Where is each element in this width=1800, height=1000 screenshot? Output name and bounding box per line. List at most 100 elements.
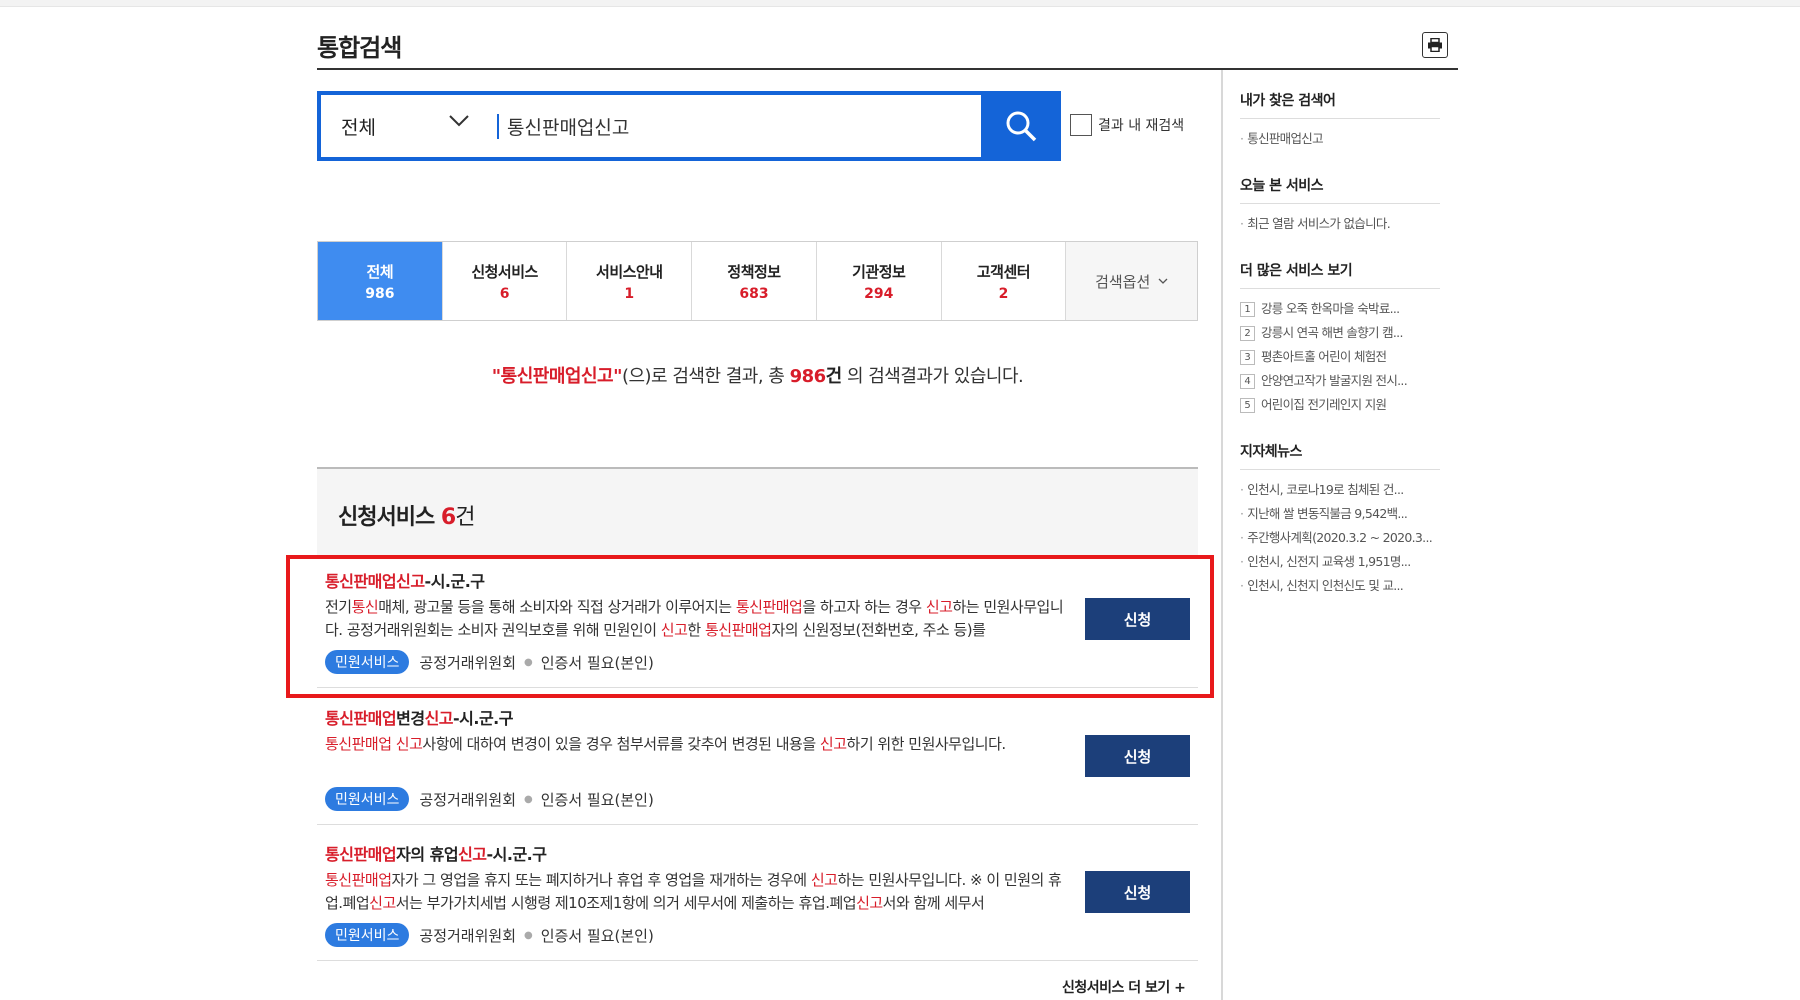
keyword-highlight: 신고 [856,894,883,912]
sidebar: 내가 찾은 검색어 통신판매업신고 오늘 본 서비스 최근 열람 서비스가 없습… [1240,90,1440,622]
chevron-down-icon [449,115,469,127]
search-input[interactable] [507,105,977,147]
text-segment: -시.군.구 [424,572,485,591]
text-segment: 서와 함께 세무서 [882,894,985,912]
more-services-list: 1 강릉 오죽 한옥마을 숙박료... 2 강릉시 연곡 해변 솔향기 캠... 3… [1240,297,1440,417]
text-segment: 전기 [325,598,352,616]
category-badge: 민원서비스 [325,650,410,674]
rank-number: 3 [1240,349,1255,365]
keyword-highlight: 통신판매업 [325,871,392,889]
text-segment: 하기 위한 민원사무입니다. [846,735,1007,753]
list-item-label: 강릉시 연곡 해변 솔향기 캠... [1261,325,1403,340]
section-count-unit: 건 [455,505,475,530]
text-segment: 변경 [396,709,425,728]
tab-customer-center[interactable]: 고객센터 2 [942,242,1067,320]
news-item[interactable]: 인천시, 신천지 인천신도 및 교... [1240,574,1440,598]
search-scope-select[interactable]: 전체 [321,95,491,157]
keyword-highlight: 통신판매업 [325,845,397,864]
search-scope-value: 전체 [341,116,376,139]
printer-icon [1428,38,1442,52]
text-segment: 한 [687,621,705,639]
search-options-label: 검색옵션 [1095,272,1151,291]
result-cert: 인증서 필요(본인) [540,790,654,809]
result-title[interactable]: 통신판매업신고-시.군.구 [325,568,485,592]
news-item[interactable]: 인천시, 신전지 교육생 1,951명... [1240,550,1440,574]
news-item[interactable]: 인천시, 코로나19로 침체된 건... [1240,478,1440,502]
result-item: 통신판매업신고-시.군.구 전기통신매체, 광고물 등을 통해 소비자와 직접 … [317,568,1198,688]
tab-agency-info[interactable]: 기관정보 294 [817,242,942,320]
list-item[interactable]: 2 강릉시 연곡 해변 솔향기 캠... [1240,321,1440,345]
research-checkbox[interactable] [1070,114,1092,136]
summary-total: 986 [789,366,827,387]
result-description: 전기통신매체, 광고물 등을 통해 소비자와 직접 상거래가 이루어지는 통신판… [325,596,1065,642]
result-meta: 민원서비스 공정거래위원회 ● 인증서 필요(본인) [325,923,654,947]
keyword-highlight: 신고 [810,871,838,889]
section-title-text: 신청서비스 [338,505,441,530]
rank-number: 2 [1240,325,1255,341]
keyword-highlight: 신고 [925,598,953,616]
section-header: 신청서비스 6건 [317,467,1198,557]
tab-label: 서비스안내 [596,262,663,281]
text-segment: 매체, 광고물 등을 통해 소비자와 직접 상거래가 이루어지는 [378,598,736,616]
rank-number: 4 [1240,373,1255,389]
result-item: 통신판매업변경신고-시.군.구 통신판매업 신고사항에 대하여 변경이 있을 경… [317,705,1198,825]
local-news-list: 인천시, 코로나19로 침체된 건... 지난해 쌀 변동직불금 9,542백.… [1240,478,1440,598]
print-button[interactable] [1422,32,1448,58]
tab-label: 고객센터 [976,262,1031,281]
search-icon [1006,111,1037,142]
rank-number: 1 [1240,301,1255,317]
list-item-label: 강릉 오죽 한옥마을 숙박료... [1261,301,1400,316]
keyword-highlight: 통신판매업 [325,735,392,753]
keyword-highlight: 신고 [369,894,396,912]
news-item[interactable]: 주간행사계획(2020.3.2 ~ 2020.3... [1240,526,1440,550]
text-segment: 자의 신원정보(전화번호, 주소 등)를 [771,621,986,639]
list-item[interactable]: 3 평촌아트홀 어린이 체험전 [1240,345,1440,369]
category-tabs: 전체 986 신청서비스 6 서비스안내 1 정책정보 683 기관정보 294… [317,241,1198,321]
result-meta: 민원서비스 공정거래위원회 ● 인증서 필요(본인) [325,787,654,811]
apply-button[interactable]: 신청 [1085,598,1190,640]
text-segment: 자의 휴업 [396,845,459,864]
chevron-down-icon [1158,278,1168,284]
list-item[interactable]: 1 강릉 오죽 한옥마을 숙박료... [1240,297,1440,321]
result-title[interactable]: 통신판매업자의 휴업신고-시.군.구 [325,841,547,865]
text-segment: -시.군.구 [486,845,547,864]
keyword-highlight: 통신판매업 [735,598,803,616]
text-segment: 서는 부가가치세법 시행령 제10조제1항에 의거 세무서에 제출하는 휴업.폐… [395,894,857,912]
meta-separator: ● [524,656,533,668]
keyword-highlight: 신고 [819,735,847,753]
text-segment: 사항에 대하여 변경이 있을 경우 첨부서류를 갖추어 변경된 내용을 [422,735,820,753]
title-divider [317,68,1458,70]
tab-service-guide[interactable]: 서비스안내 1 [567,242,693,320]
search-options-button[interactable]: 검색옵션 [1066,242,1198,320]
keyword-highlight: 통신판매업 [704,621,772,639]
keyword-highlight: 통신판매업 [325,709,397,728]
apply-button[interactable]: 신청 [1085,871,1190,913]
meta-separator: ● [524,793,533,805]
result-cert: 인증서 필요(본인) [540,653,654,672]
keyword-highlight: 신고 [395,735,423,753]
search-button[interactable] [981,91,1061,161]
more-application-services-link[interactable]: 신청서비스 더 보기 + [1062,977,1186,997]
recent-search-item[interactable]: 통신판매업신고 [1240,127,1440,151]
tab-application-services[interactable]: 신청서비스 6 [443,242,568,320]
result-summary: "통신판매업신고"(으)로 검색한 결과, 총 986건 의 검색결과가 있습니… [317,362,1198,388]
keyword-highlight: 신고 [458,845,487,864]
tab-count: 294 [864,285,894,302]
result-title[interactable]: 통신판매업변경신고-시.군.구 [325,705,513,729]
result-meta: 민원서비스 공정거래위원회 ● 인증서 필요(본인) [325,650,654,674]
result-cert: 인증서 필요(본인) [540,926,654,945]
text-segment: 을 하고자 하는 경우 [802,598,926,616]
category-badge: 민원서비스 [325,787,410,811]
result-description: 통신판매업 신고사항에 대하여 변경이 있을 경우 첨부서류를 갖추어 변경된 … [325,733,1065,779]
list-item-label: 어린이집 전기레인지 지원 [1261,397,1387,412]
apply-button[interactable]: 신청 [1085,735,1190,777]
sidebar-heading: 지자체뉴스 [1240,441,1440,470]
list-item[interactable]: 5 어린이집 전기레인지 지원 [1240,393,1440,417]
summary-text: 의 검색결과가 있습니다. [841,366,1024,387]
tab-policy-info[interactable]: 정책정보 683 [692,242,817,320]
news-item[interactable]: 지난해 쌀 변동직불금 9,542백... [1240,502,1440,526]
tab-count: 2 [998,285,1009,302]
tab-all[interactable]: 전체 986 [318,242,443,320]
list-item[interactable]: 4 안양연고작가 발굴지원 전시... [1240,369,1440,393]
today-services-list: 최근 열람 서비스가 없습니다. [1240,212,1440,236]
